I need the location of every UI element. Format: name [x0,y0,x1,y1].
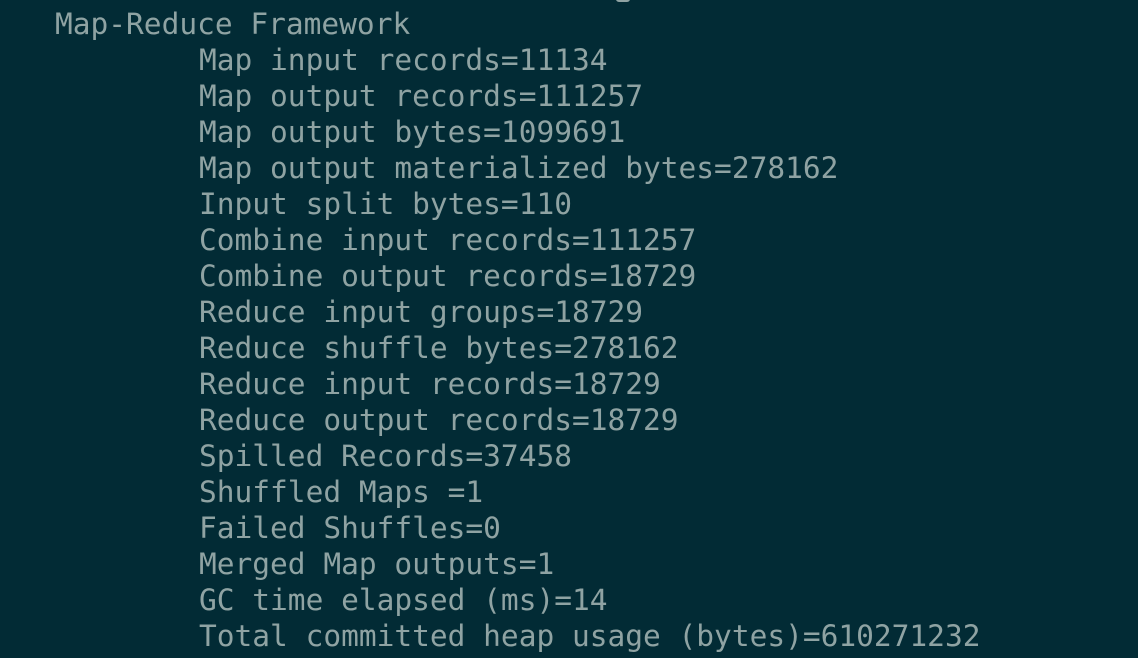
counter-line: Spilled Records=37458 [199,439,572,473]
counter-line: Map output materialized bytes=278162 [199,151,839,185]
counter-line: Combine input records=111257 [199,223,697,257]
counter-line: GC time elapsed (ms)=14 [199,583,608,617]
terminal-window[interactable]: Map-Reduce Framework Map input records=1… [0,0,1138,658]
counter-line: Reduce shuffle bytes=278162 [199,331,679,365]
counter-line: Merged Map outputs=1 [199,547,555,581]
counter-line: Reduce input records=18729 [199,367,661,401]
clipped-previous-line-glyph [616,0,630,2]
counter-list: Map input records=11134 Map output recor… [199,42,980,654]
counter-line: Shuffled Maps =1 [199,475,484,509]
counter-line: Reduce output records=18729 [199,403,679,437]
counter-line: Failed Shuffles=0 [199,511,501,545]
counter-line: Input split bytes=110 [199,187,572,221]
counter-line: Map input records=11134 [199,43,608,77]
counter-line: Reduce input groups=18729 [199,295,644,329]
counter-line: Map output records=111257 [199,79,644,113]
counter-group-header: Map-Reduce Framework [55,7,411,41]
counter-line: Map output bytes=1099691 [199,115,626,149]
counter-line: Combine output records=18729 [199,259,697,293]
counter-line: Total committed heap usage (bytes)=61027… [199,619,981,653]
